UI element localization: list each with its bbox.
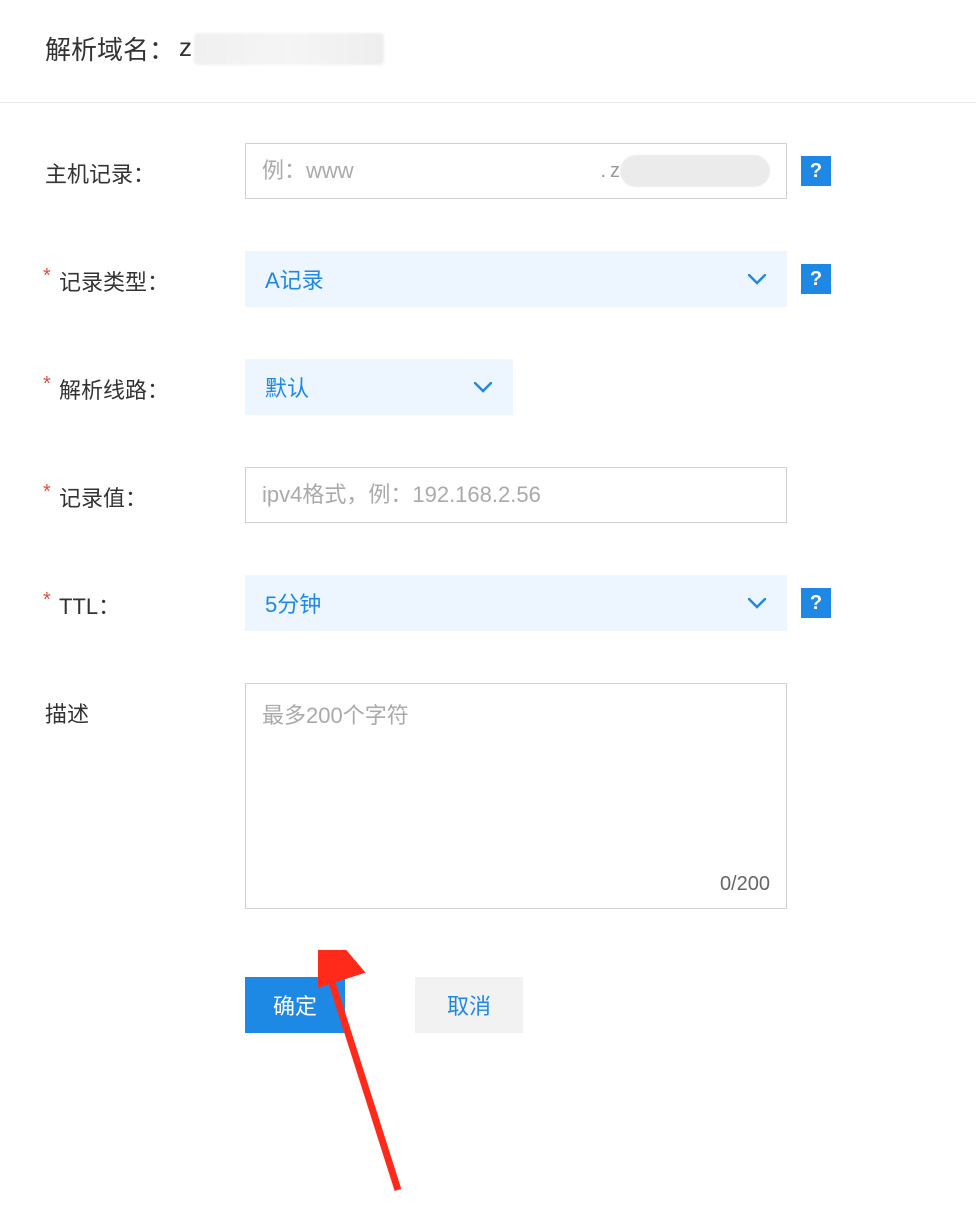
record-type-select[interactable]: A记录 (245, 251, 787, 307)
host-record-input[interactable] (246, 144, 594, 198)
host-record-row: 主机记录： .z ? (45, 143, 931, 199)
chevron-down-icon (747, 269, 767, 289)
chevron-down-icon (473, 377, 493, 397)
description-textarea-wrap: 0/200 (245, 683, 787, 909)
domain-redacted-mask (194, 33, 384, 65)
confirm-button[interactable]: 确定 (245, 977, 345, 1033)
resolution-line-value: 默认 (265, 371, 309, 403)
help-icon[interactable]: ? (801, 156, 831, 186)
cancel-button[interactable]: 取消 (415, 977, 523, 1033)
resolution-line-select[interactable]: 默认 (245, 359, 513, 415)
resolution-line-row: 解析线路： 默认 (45, 359, 931, 415)
host-record-label: 主机记录： (45, 143, 245, 189)
description-char-count: 0/200 (720, 873, 770, 896)
record-value-label: 记录值： (45, 467, 245, 513)
record-value-row: 记录值： (45, 467, 931, 523)
host-record-suffix: .z (594, 151, 780, 191)
description-row: 描述 0/200 (45, 683, 931, 909)
record-type-row: 记录类型： A记录 ? (45, 251, 931, 307)
ttl-value: 5分钟 (265, 587, 321, 619)
dns-form: 主机记录： .z ? 记录类型： A记录 ? 解析线路： (0, 103, 976, 1033)
button-row: 确定 取消 (45, 977, 931, 1033)
description-label: 描述 (45, 683, 245, 729)
description-textarea[interactable] (246, 684, 786, 908)
resolution-line-label: 解析线路： (45, 359, 245, 405)
help-icon[interactable]: ? (801, 588, 831, 618)
ttl-row: TTL： 5分钟 ? (45, 575, 931, 631)
ttl-select[interactable]: 5分钟 (245, 575, 787, 631)
host-record-input-wrap: .z (245, 143, 787, 199)
page-header: 解析域名： z (0, 0, 976, 103)
record-value-input[interactable] (245, 467, 787, 523)
page-title-domain: z (179, 32, 384, 65)
record-type-value: A记录 (265, 263, 324, 295)
suffix-redacted-mask (620, 155, 770, 187)
chevron-down-icon (747, 593, 767, 613)
page-title-prefix: 解析域名： (45, 30, 175, 67)
help-icon[interactable]: ? (801, 264, 831, 294)
record-type-label: 记录类型： (45, 251, 245, 297)
ttl-label: TTL： (45, 575, 245, 621)
